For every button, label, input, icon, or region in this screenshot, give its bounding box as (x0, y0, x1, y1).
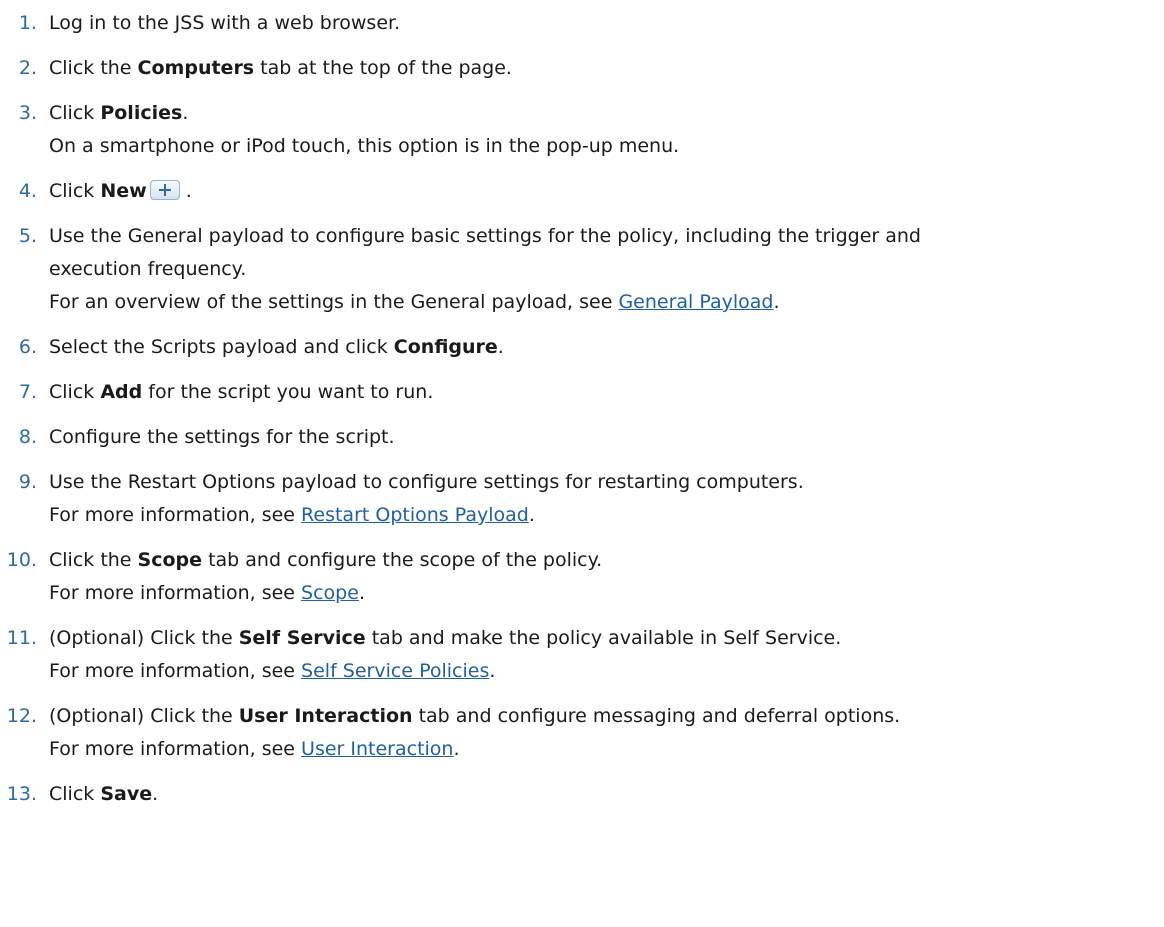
step-note: For more information, see User Interacti… (49, 733, 1164, 766)
step-note: For more information, see Restart Option… (49, 499, 1164, 532)
step-2: 2. Click the Computers tab at the top of… (0, 52, 1164, 85)
restart-options-payload-link[interactable]: Restart Options Payload (301, 504, 529, 526)
step-4: 4. Click New . (0, 175, 1164, 208)
ui-term-new: New (100, 180, 147, 202)
step-text-pre: Click (49, 102, 101, 124)
step-note-end: . (528, 504, 535, 526)
step-number: 9. (18, 471, 37, 493)
step-number: 4. (18, 180, 37, 202)
step-text-post: . (497, 336, 504, 358)
step-9: 9. Use the Restart Options payload to co… (0, 466, 1164, 532)
self-service-policies-link[interactable]: Self Service Policies (301, 660, 489, 682)
ui-term-self-service: Self Service (238, 627, 366, 649)
step-number: 1. (18, 12, 37, 34)
step-13: 13. Click Save. (0, 778, 1164, 811)
step-note-text: For more information, see (49, 582, 302, 604)
ui-term-computers-tab: Computers (137, 57, 255, 79)
ui-term-scope: Scope (137, 549, 203, 571)
step-note: For more information, see Self Service P… (49, 655, 1164, 688)
step-note-end: . (453, 738, 460, 760)
step-note-end: . (489, 660, 496, 682)
step-6: 6. Select the Scripts payload and click … (0, 331, 1164, 364)
step-text-pre: Click (49, 783, 101, 805)
step-text-line2: execution frequency. (49, 258, 247, 280)
step-1: 1. Log in to the JSS with a web browser. (0, 7, 1164, 40)
new-plus-button-image (149, 179, 180, 200)
step-8: 8. Configure the settings for the script… (0, 421, 1164, 454)
ui-term-configure: Configure (393, 336, 498, 358)
procedure-steps: 1. Log in to the JSS with a web browser.… (0, 7, 1164, 811)
step-text-post: tab and configure messaging and deferral… (412, 705, 901, 727)
step-note-text: For more information, see (49, 738, 302, 760)
step-text-post: tab at the top of the page. (254, 57, 512, 79)
ui-term-policies: Policies (100, 102, 183, 124)
step-note-text: For an overview of the settings in the G… (49, 291, 619, 313)
scope-link[interactable]: Scope (301, 582, 359, 604)
step-3: 3. Click Policies. On a smartphone or iP… (0, 97, 1164, 163)
step-text-post: . (179, 180, 192, 202)
general-payload-link[interactable]: General Payload (618, 291, 773, 313)
ui-term-add: Add (100, 381, 143, 403)
step-text-pre: Click the (49, 549, 138, 571)
step-number: 2. (18, 57, 37, 79)
step-text-line1: Use the General payload to configure bas… (49, 225, 921, 247)
step-number: 8. (18, 426, 37, 448)
step-text-pre: (Optional) Click the (49, 705, 239, 727)
step-11: 11. (Optional) Click the Self Service ta… (0, 622, 1164, 688)
step-note: For an overview of the settings in the G… (49, 286, 1164, 319)
step-text: Log in to the JSS with a web browser. (49, 12, 401, 34)
step-10: 10. Click the Scope tab and configure th… (0, 544, 1164, 610)
plus-icon (158, 183, 171, 196)
user-interaction-link[interactable]: User Interaction (301, 738, 453, 760)
step-number: 13. (6, 783, 37, 805)
step-text-pre: Click (49, 180, 101, 202)
step-5: 5. Use the General payload to configure … (0, 220, 1164, 319)
ui-term-user-interaction: User Interaction (238, 705, 413, 727)
step-note-end: . (773, 291, 780, 313)
step-number: 7. (18, 381, 37, 403)
step-text-post: . (182, 102, 189, 124)
step-text: Configure the settings for the script. (49, 426, 395, 448)
step-text-pre: Select the Scripts payload and click (49, 336, 394, 358)
step-text-pre: Click (49, 381, 101, 403)
step-7: 7. Click Add for the script you want to … (0, 376, 1164, 409)
step-note-end: . (358, 582, 365, 604)
step-number: 6. (18, 336, 37, 358)
step-text-pre: (Optional) Click the (49, 627, 239, 649)
step-text: Use the Restart Options payload to confi… (49, 471, 804, 493)
ui-term-save: Save (100, 783, 153, 805)
step-number: 12. (6, 705, 37, 727)
step-note-text: For more information, see (49, 660, 302, 682)
step-number: 3. (18, 102, 37, 124)
step-number: 11. (6, 627, 37, 649)
step-text-post: tab and configure the scope of the polic… (202, 549, 603, 571)
step-text-post: . (152, 783, 159, 805)
step-note-text: For more information, see (49, 504, 302, 526)
step-text-post: tab and make the policy available in Sel… (365, 627, 842, 649)
step-text-pre: Click the (49, 57, 138, 79)
step-note: For more information, see Scope. (49, 577, 1164, 610)
step-text-post: for the script you want to run. (142, 381, 434, 403)
step-12: 12. (Optional) Click the User Interactio… (0, 700, 1164, 766)
step-note: On a smartphone or iPod touch, this opti… (49, 135, 680, 157)
step-number: 5. (18, 225, 37, 247)
step-number: 10. (6, 549, 37, 571)
